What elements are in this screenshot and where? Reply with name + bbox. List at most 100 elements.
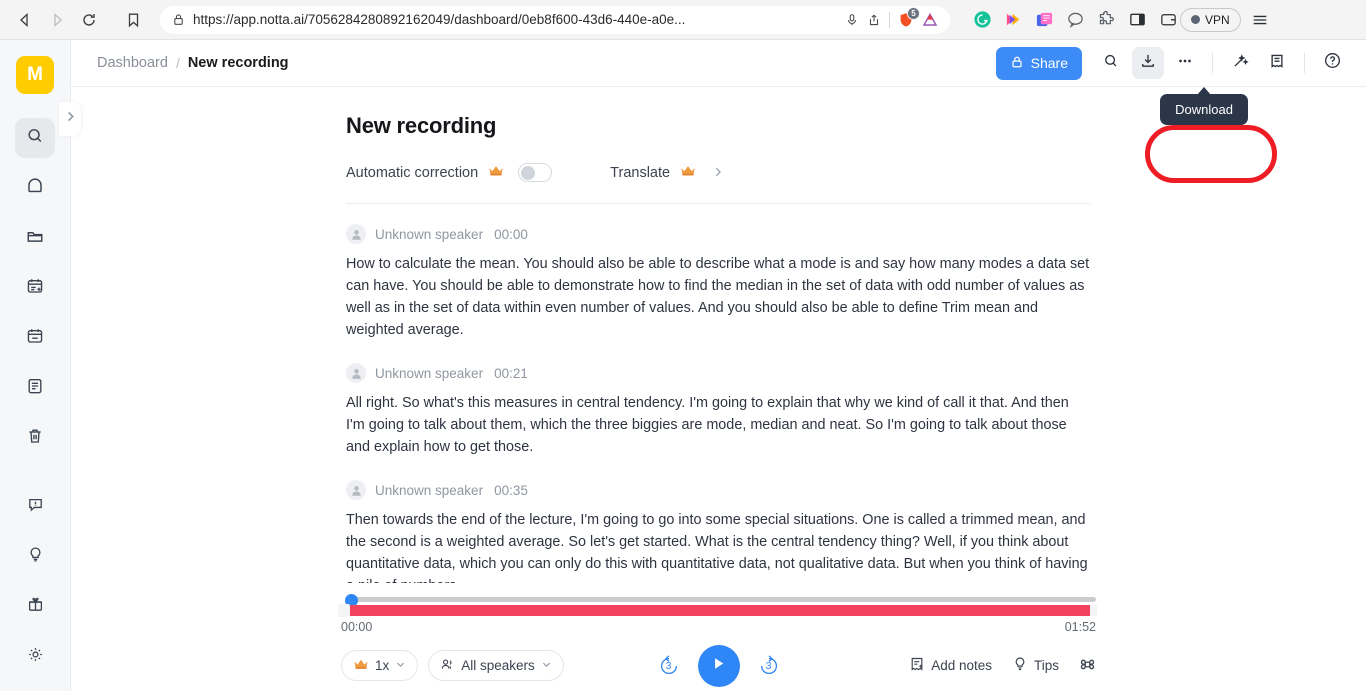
transcript-block[interactable]: Unknown speaker 00:35 Then towards the e… bbox=[346, 480, 1091, 583]
sidebar-item-calendar[interactable] bbox=[15, 318, 55, 358]
sidebar-item-folder[interactable] bbox=[15, 218, 55, 258]
gift-icon bbox=[26, 595, 45, 619]
playback-speed-dropdown[interactable]: 1x bbox=[341, 650, 419, 681]
people-icon bbox=[440, 657, 455, 675]
avatar[interactable]: M bbox=[16, 56, 54, 94]
page-title[interactable]: New recording bbox=[346, 113, 1091, 139]
back-button[interactable] bbox=[10, 5, 40, 35]
sidebar-item-home[interactable] bbox=[15, 168, 55, 208]
toggle-knob bbox=[521, 165, 536, 180]
lightbulb-icon bbox=[26, 545, 45, 569]
forward-3s-button[interactable]: 3 bbox=[757, 654, 781, 678]
speaker-avatar-icon bbox=[346, 363, 366, 383]
share-button[interactable]: Share bbox=[995, 46, 1082, 80]
sidebar-item-new-meeting[interactable] bbox=[15, 268, 55, 308]
sidebar-item-gift[interactable] bbox=[15, 587, 55, 627]
microphone-icon[interactable] bbox=[845, 13, 859, 27]
more-options-button[interactable] bbox=[1169, 47, 1201, 79]
timestamp[interactable]: 00:00 bbox=[494, 227, 528, 242]
browser-menu-icon[interactable] bbox=[1251, 11, 1269, 29]
tips-button[interactable]: Tips bbox=[1012, 656, 1059, 675]
transcript-block[interactable]: Unknown speaker 00:00 How to calculate t… bbox=[346, 224, 1091, 341]
search-button[interactable] bbox=[1095, 47, 1127, 79]
speaker-name[interactable]: Unknown speaker bbox=[375, 227, 483, 242]
chevron-right-icon[interactable] bbox=[712, 165, 724, 181]
transcript-text[interactable]: Then towards the end of the lecture, I'm… bbox=[346, 509, 1091, 583]
home-icon bbox=[25, 176, 45, 201]
keyboard-shortcuts-button[interactable] bbox=[1079, 656, 1096, 676]
bookmark-icon[interactable] bbox=[116, 5, 150, 35]
browser-extensions bbox=[972, 10, 1178, 30]
forward-button[interactable] bbox=[42, 5, 72, 35]
download-button[interactable] bbox=[1132, 47, 1164, 79]
shield-block-count: 5 bbox=[907, 6, 920, 20]
sidebar-item-trash[interactable] bbox=[15, 418, 55, 458]
sidebar-panel-icon[interactable] bbox=[1127, 10, 1147, 30]
vpn-button[interactable]: VPN bbox=[1180, 7, 1241, 32]
speaker-name[interactable]: Unknown speaker bbox=[375, 366, 483, 381]
play-button[interactable] bbox=[697, 644, 740, 687]
progress-track[interactable] bbox=[353, 597, 1096, 602]
add-notes-button[interactable]: Add notes bbox=[909, 656, 992, 675]
premium-crown-icon bbox=[488, 164, 504, 181]
transcript-meta: Unknown speaker 00:35 bbox=[346, 480, 1091, 500]
transcript-text[interactable]: All right. So what's this measures in ce… bbox=[346, 392, 1091, 458]
progress-track-area[interactable]: 00:00 01:52 bbox=[338, 594, 1097, 634]
url-bar[interactable]: https://app.notta.ai/7056284280892162049… bbox=[160, 5, 950, 34]
sidebar-item-feedback[interactable] bbox=[15, 487, 55, 527]
notes-panel-button[interactable] bbox=[1261, 47, 1293, 79]
premium-crown-icon bbox=[353, 658, 369, 674]
browser-toolbar: https://app.notta.ai/7056284280892162049… bbox=[0, 0, 1366, 40]
document-options: Automatic correction Translate bbox=[346, 163, 1091, 182]
transcript-text[interactable]: How to calculate the mean. You should al… bbox=[346, 253, 1091, 341]
speaker-name[interactable]: Unknown speaker bbox=[375, 483, 483, 498]
forward-seconds-label: 3 bbox=[765, 659, 772, 672]
puzzle-extensions-icon[interactable] bbox=[1096, 10, 1116, 30]
timestamp[interactable]: 00:21 bbox=[494, 366, 528, 381]
search-icon bbox=[1102, 52, 1120, 75]
question-circle-icon bbox=[1323, 51, 1342, 75]
speed-label: 1x bbox=[375, 658, 390, 673]
main-area: Dashboard / New recording Share Download… bbox=[71, 40, 1366, 691]
pink-card-extension-icon[interactable] bbox=[1034, 10, 1054, 30]
magic-wand-icon bbox=[1231, 52, 1249, 75]
translate-label[interactable]: Translate bbox=[610, 165, 670, 181]
sidebar-item-tips[interactable] bbox=[15, 537, 55, 577]
download-icon bbox=[1139, 52, 1157, 75]
speaker-filter-dropdown[interactable]: All speakers bbox=[428, 650, 564, 681]
search-icon bbox=[25, 126, 45, 151]
grammarly-extension-icon[interactable] bbox=[972, 10, 992, 30]
clipboard-icon bbox=[25, 376, 45, 401]
waveform[interactable] bbox=[338, 604, 1097, 617]
sidebar-item-settings[interactable] bbox=[15, 637, 55, 677]
chevron-down-icon bbox=[395, 659, 406, 673]
rewind-3s-button[interactable]: 3 bbox=[657, 654, 681, 678]
brave-shield-icon[interactable]: 5 bbox=[898, 6, 920, 28]
brave-rewards-icon[interactable] bbox=[922, 12, 938, 28]
url-text: https://app.notta.ai/7056284280892162049… bbox=[193, 12, 686, 27]
highlight-annotation bbox=[1145, 125, 1277, 183]
sidebar-item-notes[interactable] bbox=[15, 368, 55, 408]
app-header: Dashboard / New recording Share bbox=[71, 40, 1366, 87]
breadcrumb-dashboard[interactable]: Dashboard bbox=[97, 55, 168, 71]
transcript-list: Unknown speaker 00:00 How to calculate t… bbox=[346, 204, 1091, 583]
chevron-down-icon bbox=[541, 659, 552, 673]
header-actions: Share bbox=[995, 46, 1348, 80]
header-divider bbox=[1304, 53, 1305, 73]
colorful-arrow-extension-icon[interactable] bbox=[1003, 10, 1023, 30]
help-button[interactable] bbox=[1316, 47, 1348, 79]
timestamp[interactable]: 00:35 bbox=[494, 483, 528, 498]
trash-icon bbox=[25, 426, 45, 451]
share-icon[interactable] bbox=[867, 13, 881, 27]
left-sidebar: M bbox=[0, 40, 81, 691]
chat-bubble-extension-icon[interactable] bbox=[1065, 10, 1085, 30]
auto-correction-toggle[interactable] bbox=[518, 163, 553, 182]
wallet-icon[interactable] bbox=[1158, 10, 1178, 30]
time-labels: 00:00 01:52 bbox=[341, 620, 1096, 634]
ai-magic-button[interactable] bbox=[1224, 47, 1256, 79]
player-right-actions: Add notes Tips bbox=[909, 656, 1096, 676]
reload-button[interactable] bbox=[74, 5, 104, 35]
transcript-meta: Unknown speaker 00:21 bbox=[346, 363, 1091, 383]
sidebar-item-search[interactable] bbox=[15, 118, 55, 158]
transcript-block[interactable]: Unknown speaker 00:21 All right. So what… bbox=[346, 363, 1091, 458]
